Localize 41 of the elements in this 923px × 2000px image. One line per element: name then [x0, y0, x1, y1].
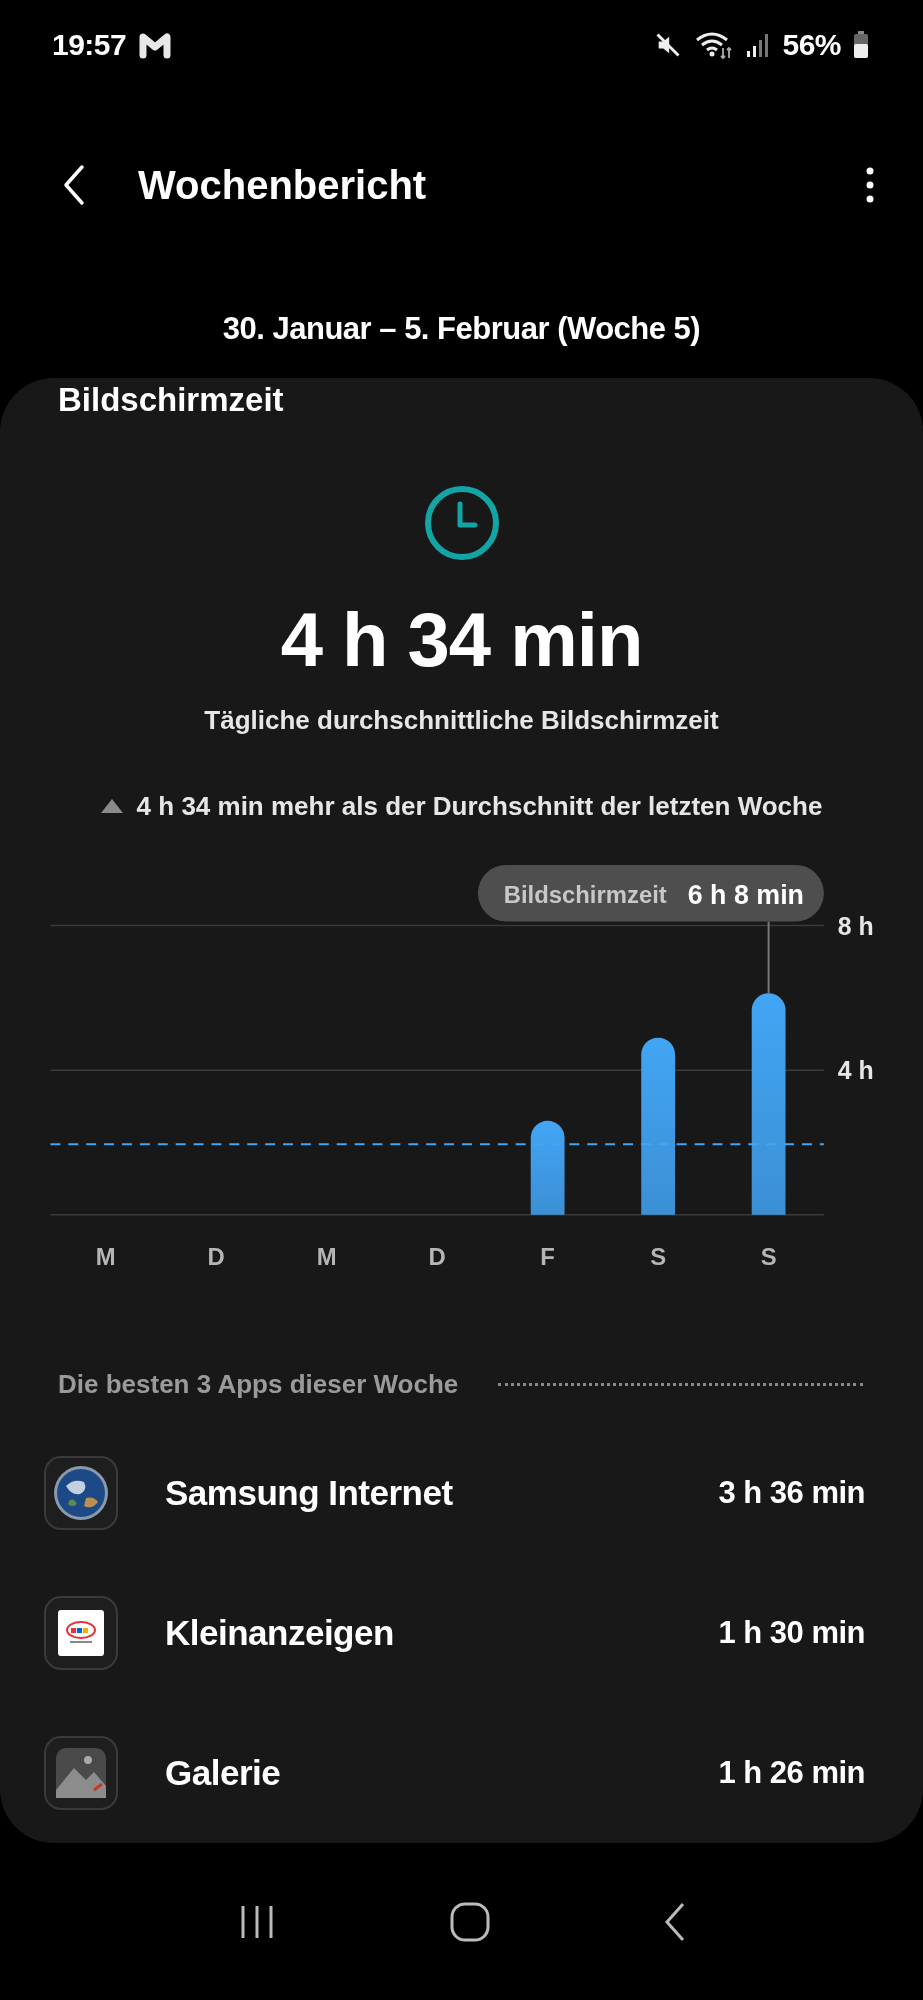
back-icon — [662, 1900, 687, 1943]
average-screen-time: 4 h 34 min — [280, 596, 643, 684]
more-options-icon — [865, 166, 875, 204]
signal-icon — [746, 32, 771, 58]
mountain-app-icon — [44, 1735, 118, 1810]
y-axis-label: 4 h — [837, 1057, 874, 1085]
bar[interactable] — [641, 1037, 676, 1215]
tooltip-label: Bildschirmzeit — [503, 880, 667, 908]
day-label: S — [760, 1242, 777, 1270]
day-label: D — [428, 1242, 446, 1270]
tooltip-value: 6 h 8 min — [687, 879, 804, 910]
classifieds-app-icon — [44, 1595, 118, 1670]
clock-icon — [422, 484, 501, 562]
battery-percentage: 56% — [782, 28, 841, 62]
status-time: 19:57 — [52, 28, 127, 62]
date-range: 30. Januar – 5. Februar (Woche 5) — [221, 310, 702, 348]
comparison-text: 4 h 34 min mehr als der Durchschnitt der letzten Woche — [136, 790, 823, 822]
app-usage-time: 1 h 26 min — [718, 1754, 865, 1791]
section-title: Bildschirmzeit — [58, 380, 284, 420]
y-axis-label: 8 h — [837, 912, 874, 940]
app-name: Samsung Internet — [165, 1472, 454, 1513]
app-usage-time: 3 h 36 min — [718, 1474, 865, 1511]
app-name: Galerie — [165, 1752, 282, 1793]
day-label: M — [95, 1242, 116, 1270]
app-usage-time: 1 h 30 min — [718, 1614, 865, 1651]
home-icon — [449, 1901, 490, 1942]
page-title: Wochenbericht — [138, 162, 428, 208]
day-label: S — [650, 1242, 667, 1270]
bar[interactable] — [751, 993, 786, 1215]
battery-icon — [853, 31, 869, 59]
day-label: D — [207, 1242, 225, 1270]
increase-triangle-icon — [100, 799, 123, 813]
day-label: F — [540, 1242, 555, 1270]
average-label: Tägliche durchschnittliche Bildschirmzeit — [204, 704, 719, 736]
back-icon — [62, 163, 86, 207]
top-apps-title: Die besten 3 Apps dieser Woche — [58, 1369, 459, 1401]
mail-logo-icon — [138, 31, 173, 59]
day-label: M — [316, 1242, 337, 1270]
bar[interactable] — [530, 1120, 565, 1215]
globe-app-icon — [44, 1455, 118, 1530]
app-name: Kleinanzeigen — [165, 1612, 395, 1653]
